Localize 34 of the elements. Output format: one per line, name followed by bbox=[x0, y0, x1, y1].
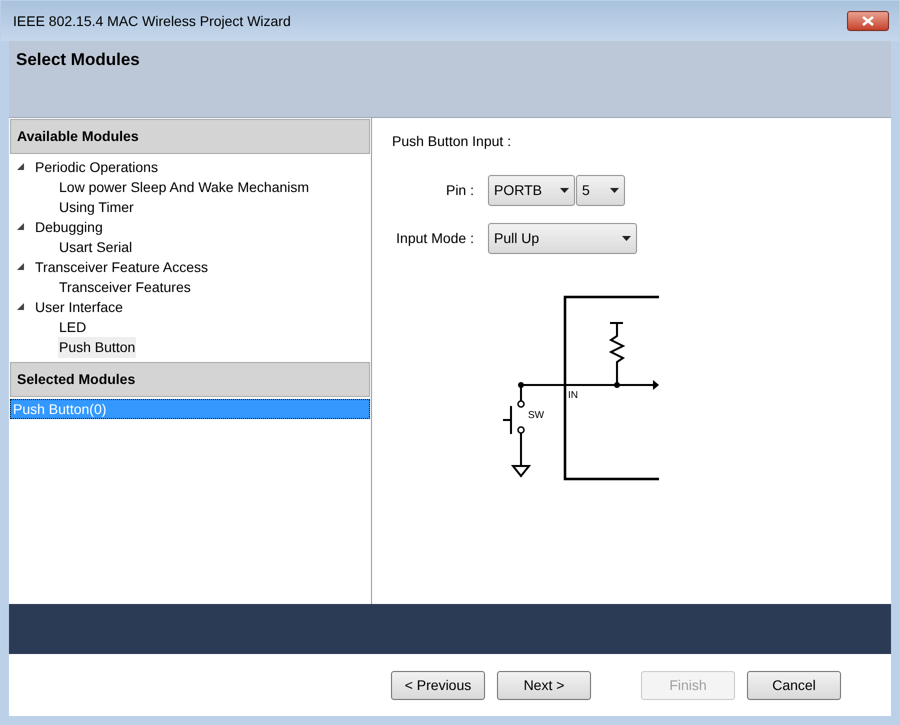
expander-icon[interactable] bbox=[17, 263, 25, 271]
dropdown[interactable]: 5 bbox=[576, 175, 625, 206]
diagram-label: IN bbox=[568, 390, 578, 401]
tree-item[interactable]: Debugging bbox=[35, 216, 103, 238]
window-title: IEEE 802.15.4 MAC Wireless Project Wizard bbox=[13, 12, 291, 31]
caret-icon bbox=[560, 188, 569, 193]
wizard-button[interactable]: Cancel bbox=[747, 670, 841, 700]
tree-item[interactable]: LED bbox=[58, 316, 88, 338]
wizard-button[interactable]: < Previous bbox=[391, 670, 485, 700]
dropdown[interactable]: PORTB bbox=[488, 175, 575, 206]
expander-icon[interactable] bbox=[17, 303, 25, 311]
panel-title: Selected Modules bbox=[17, 370, 136, 389]
dropdown[interactable]: Pull Up bbox=[488, 223, 637, 254]
field-label: Input Mode : bbox=[395, 229, 475, 248]
caret-icon bbox=[610, 188, 619, 193]
wizard-button[interactable]: Next > bbox=[497, 670, 591, 700]
tree-item[interactable]: Push Button bbox=[58, 336, 136, 358]
diagram-label: SW bbox=[528, 410, 544, 421]
tree-item[interactable]: Transceiver Feature Access bbox=[35, 256, 208, 278]
tree-item[interactable]: User Interface bbox=[35, 296, 123, 318]
tree-item[interactable]: Using Timer bbox=[58, 196, 135, 218]
field-label: Pin : bbox=[444, 181, 475, 200]
page-title: Select Modules bbox=[16, 50, 140, 69]
close-button[interactable] bbox=[847, 11, 889, 31]
section-label: Push Button Input : bbox=[391, 132, 512, 151]
tree-item[interactable]: Transceiver Features bbox=[58, 276, 192, 298]
panel-title: Available Modules bbox=[17, 127, 139, 146]
tree-item[interactable]: Periodic Operations bbox=[35, 156, 158, 178]
close-icon bbox=[862, 16, 874, 26]
tree-item[interactable]: Usart Serial bbox=[58, 236, 134, 258]
caret-icon bbox=[622, 236, 631, 241]
expander-icon[interactable] bbox=[17, 223, 25, 231]
expander-icon[interactable] bbox=[17, 163, 25, 171]
tree-item[interactable]: Low power Sleep And Wake Mechanism bbox=[58, 176, 310, 198]
